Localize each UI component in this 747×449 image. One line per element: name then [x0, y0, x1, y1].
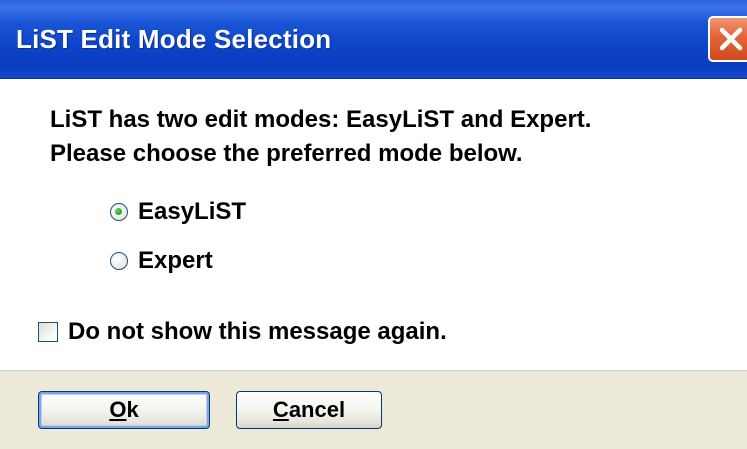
radio-option-expert[interactable]: Expert	[110, 246, 213, 276]
instruction-message: LiST has two edit modes: EasyLiST and Ex…	[50, 103, 591, 171]
message-line-1: LiST has two edit modes: EasyLiST and Ex…	[50, 106, 592, 133]
radio-label-easylist[interactable]: EasyLiST	[138, 198, 246, 226]
close-icon	[719, 27, 743, 51]
radio-button-expert[interactable]	[110, 252, 128, 270]
cancel-button[interactable]: Cancel	[236, 391, 382, 429]
dialog-window: LiST Edit Mode Selection LiST has two ed…	[0, 0, 747, 449]
cancel-button-label-rest: ancel	[288, 397, 346, 422]
button-bar: Ok Cancel	[0, 370, 747, 449]
ok-button-accelerator: O	[109, 397, 127, 422]
dont-show-again-label[interactable]: Do not show this message again.	[68, 318, 447, 346]
ok-button[interactable]: Ok	[38, 391, 210, 429]
dont-show-again-option[interactable]: Do not show this message again.	[38, 317, 447, 347]
ok-button-label-rest: k	[126, 397, 139, 422]
cancel-button-accelerator: C	[272, 397, 289, 422]
dont-show-again-checkbox[interactable]	[38, 322, 58, 342]
radio-option-easylist[interactable]: EasyLiST	[110, 197, 246, 227]
dialog-content: LiST has two edit modes: EasyLiST and Ex…	[0, 79, 747, 369]
window-title: LiST Edit Mode Selection	[16, 24, 332, 54]
title-bar[interactable]: LiST Edit Mode Selection	[0, 0, 747, 79]
message-line-2: Please choose the preferred mode below.	[50, 140, 523, 167]
radio-button-easylist[interactable]	[110, 203, 128, 221]
close-button[interactable]	[708, 16, 747, 62]
radio-label-expert[interactable]: Expert	[138, 247, 213, 275]
